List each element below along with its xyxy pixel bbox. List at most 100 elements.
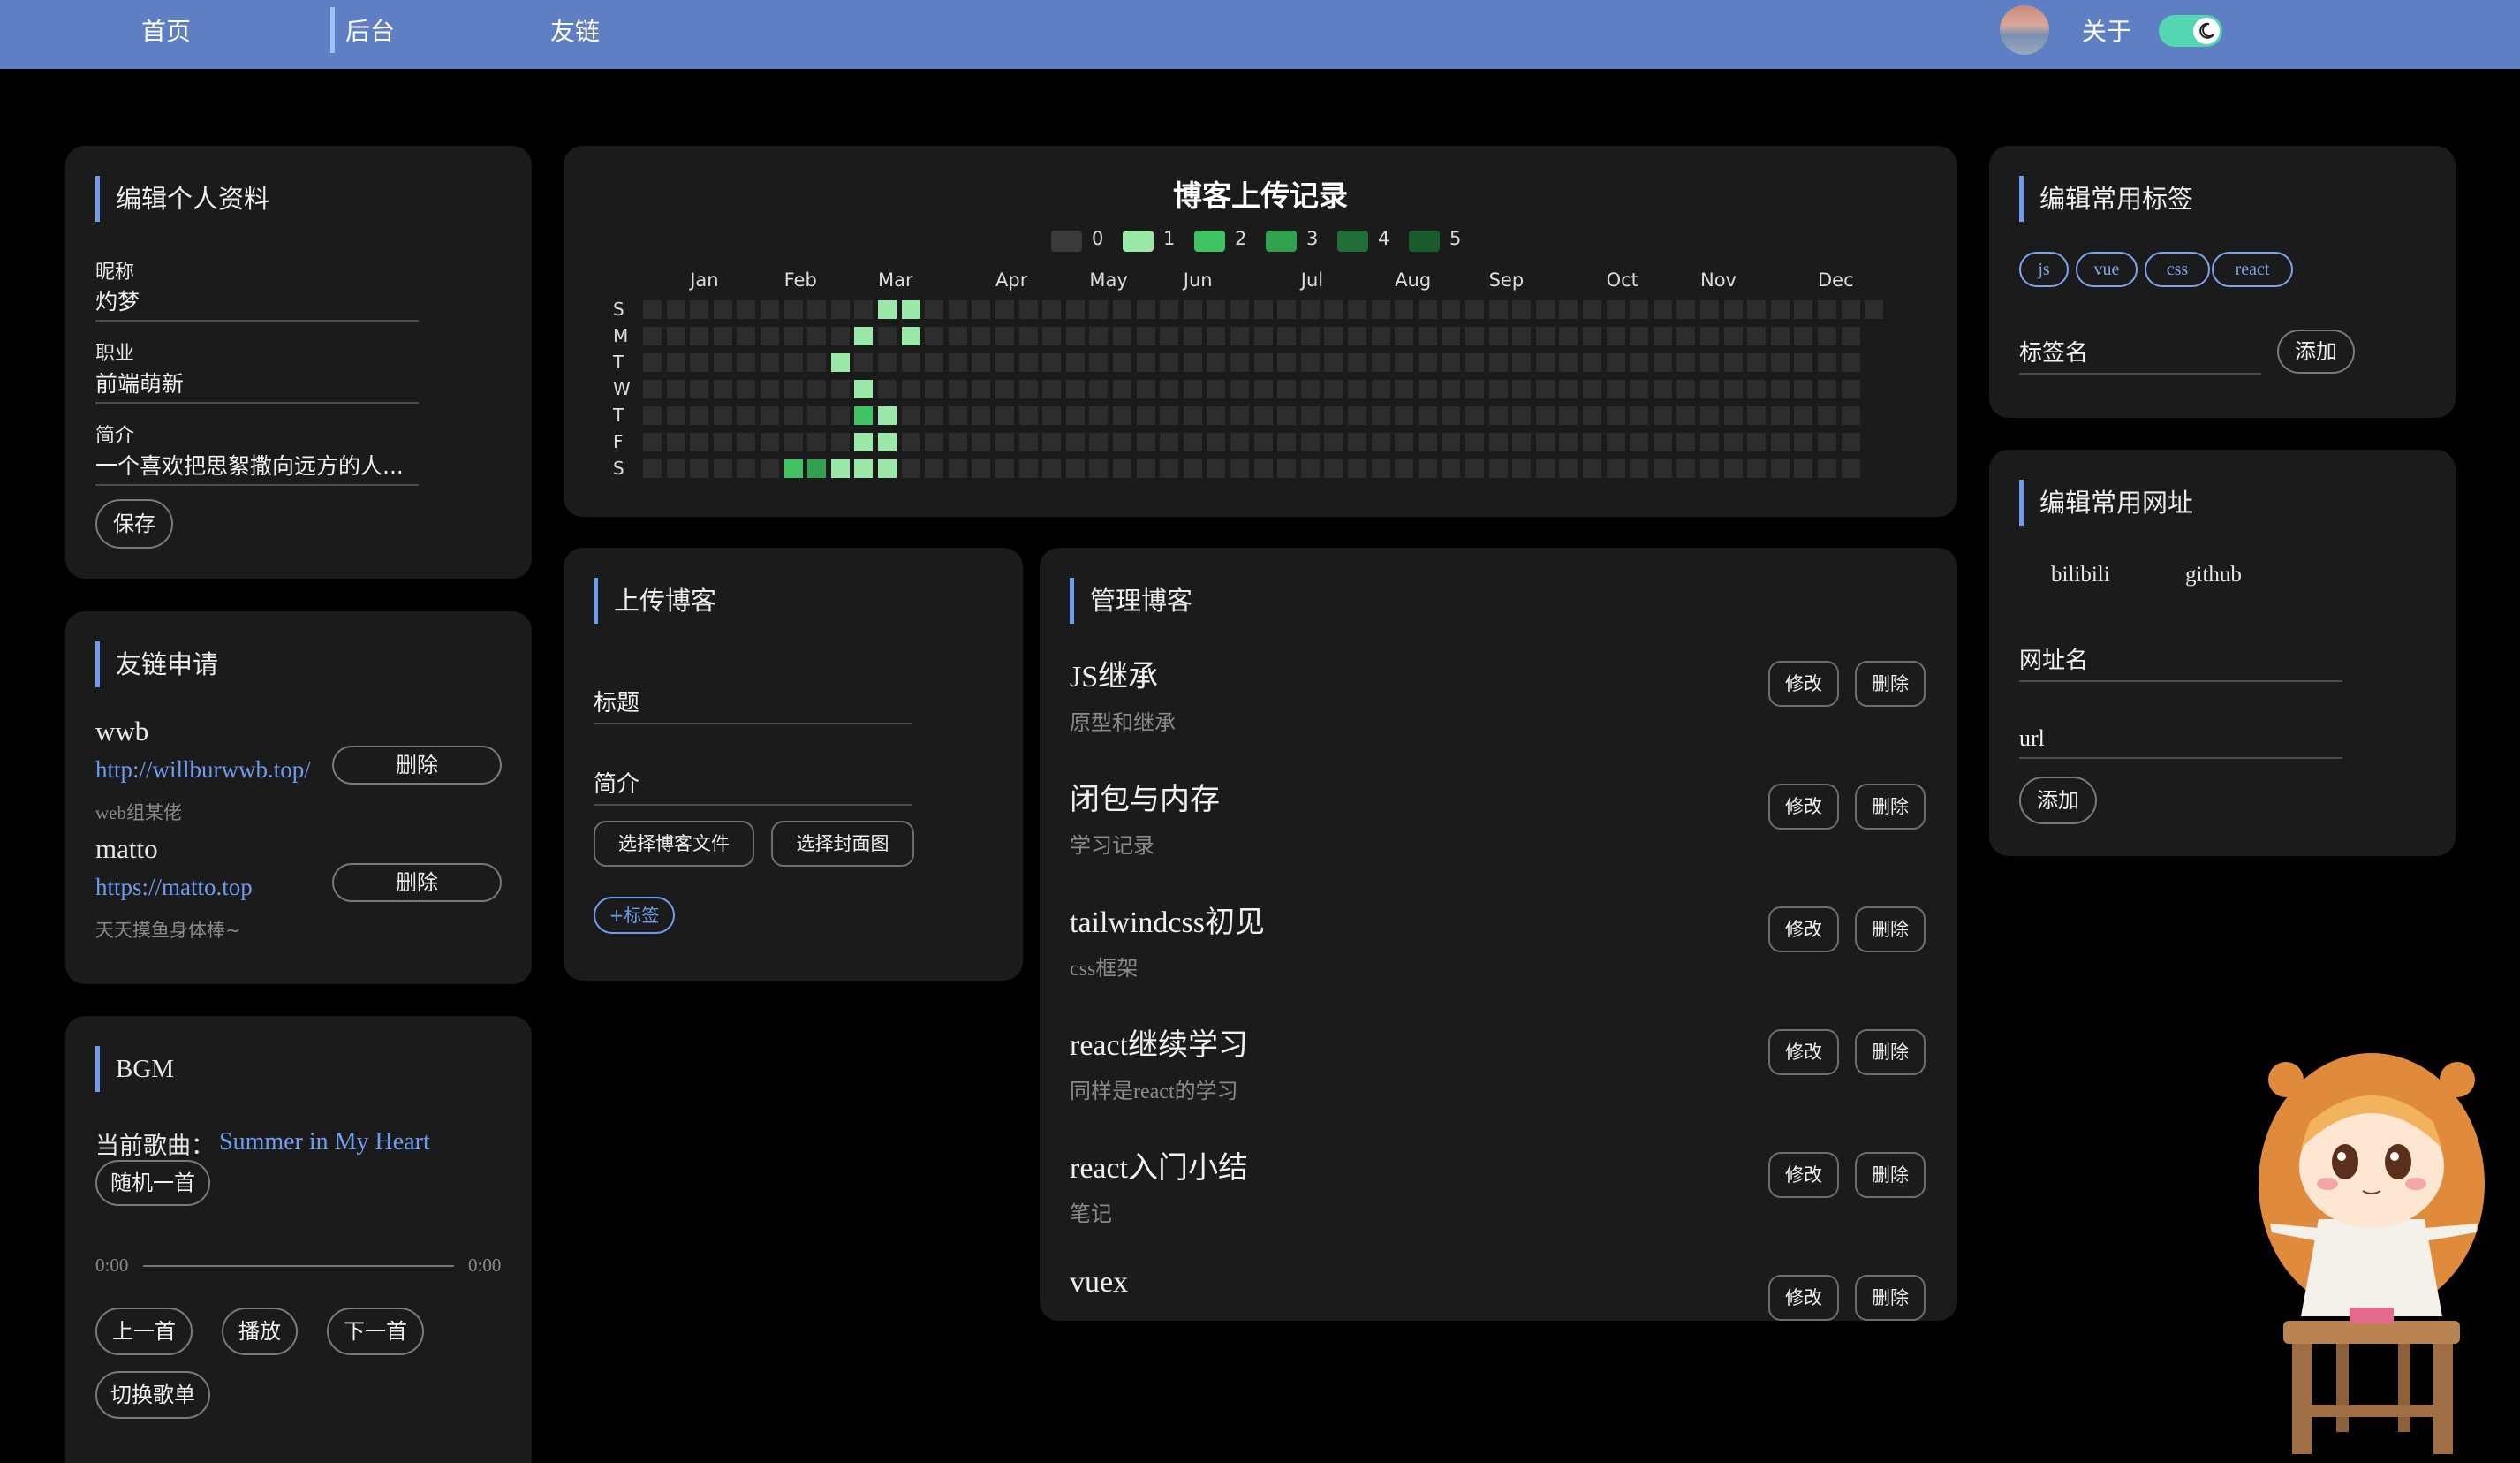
- nickname-field[interactable]: 灼梦: [95, 284, 419, 322]
- heatmap-cell[interactable]: [901, 406, 920, 425]
- prev-song-button[interactable]: 上一首: [95, 1308, 193, 1355]
- heatmap-cell[interactable]: [1395, 327, 1414, 345]
- heatmap-cell[interactable]: [1442, 459, 1461, 478]
- heatmap-cell[interactable]: [878, 406, 897, 425]
- heatmap-cell[interactable]: [1183, 300, 1202, 319]
- heatmap-cell[interactable]: [1559, 380, 1578, 398]
- heatmap-cell[interactable]: [1230, 327, 1249, 345]
- heatmap-cell[interactable]: [761, 459, 779, 478]
- heatmap-cell[interactable]: [854, 380, 874, 398]
- heatmap-cell[interactable]: [737, 353, 756, 372]
- switch-playlist-button[interactable]: 切换歌单: [95, 1371, 210, 1419]
- heatmap-cell[interactable]: [783, 300, 803, 319]
- heatmap-cell[interactable]: [1653, 433, 1672, 451]
- heatmap-cell[interactable]: [1183, 327, 1202, 345]
- heatmap-cell[interactable]: [972, 327, 991, 345]
- heatmap-cell[interactable]: [690, 300, 709, 319]
- delete-post-button[interactable]: 删除: [1855, 661, 1926, 707]
- heatmap-cell[interactable]: [901, 459, 920, 478]
- heatmap-cell[interactable]: [1300, 327, 1320, 345]
- heatmap-cell[interactable]: [1348, 380, 1366, 398]
- heatmap-cell[interactable]: [1512, 406, 1532, 425]
- heatmap-cell[interactable]: [1277, 433, 1297, 451]
- heatmap-cell[interactable]: [1488, 353, 1508, 372]
- heatmap-cell[interactable]: [1488, 406, 1508, 425]
- heatmap-cell[interactable]: [1535, 459, 1555, 478]
- heatmap-cell[interactable]: [807, 353, 827, 372]
- play-button[interactable]: 播放: [222, 1308, 298, 1355]
- heatmap-cell[interactable]: [807, 459, 827, 478]
- heatmap-cell[interactable]: [1559, 300, 1578, 319]
- heatmap-cell[interactable]: [1160, 353, 1179, 372]
- heatmap-cell[interactable]: [878, 327, 897, 345]
- heatmap-cell[interactable]: [1723, 433, 1743, 451]
- heatmap-cell[interactable]: [1653, 353, 1672, 372]
- heatmap-cell[interactable]: [1583, 433, 1601, 451]
- heatmap-cell[interactable]: [1794, 327, 1813, 345]
- heatmap-cell[interactable]: [1630, 353, 1649, 372]
- heatmap-cell[interactable]: [878, 459, 897, 478]
- heatmap-cell[interactable]: [807, 300, 827, 319]
- heatmap-cell[interactable]: [1535, 380, 1555, 398]
- heatmap-cell[interactable]: [1653, 300, 1672, 319]
- heatmap-cell[interactable]: [1700, 353, 1719, 372]
- heatmap-cell[interactable]: [1089, 300, 1109, 319]
- heatmap-cell[interactable]: [901, 300, 920, 319]
- heatmap-cell[interactable]: [1136, 433, 1155, 451]
- heatmap-cell[interactable]: [1559, 353, 1578, 372]
- heatmap-cell[interactable]: [1512, 300, 1532, 319]
- heatmap-cell[interactable]: [1253, 459, 1273, 478]
- url-item[interactable]: bilibili: [2051, 563, 2110, 587]
- heatmap-cell[interactable]: [1230, 300, 1249, 319]
- heatmap-cell[interactable]: [1348, 433, 1366, 451]
- heatmap-cell[interactable]: [1253, 406, 1273, 425]
- heatmap-cell[interactable]: [1865, 300, 1884, 319]
- heatmap-cell[interactable]: [1794, 380, 1813, 398]
- heatmap-cell[interactable]: [1676, 300, 1696, 319]
- heatmap-cell[interactable]: [1583, 380, 1601, 398]
- heatmap-cell[interactable]: [1042, 353, 1062, 372]
- heatmap-cell[interactable]: [807, 327, 827, 345]
- heatmap-cell[interactable]: [1465, 406, 1484, 425]
- heatmap-cell[interactable]: [1160, 327, 1179, 345]
- progress-slider[interactable]: [143, 1265, 454, 1267]
- heatmap-cell[interactable]: [854, 327, 874, 345]
- delete-post-button[interactable]: 删除: [1855, 1029, 1926, 1075]
- heatmap-cell[interactable]: [1818, 406, 1836, 425]
- heatmap-cell[interactable]: [1512, 327, 1532, 345]
- heatmap-cell[interactable]: [1207, 327, 1226, 345]
- heatmap-cell[interactable]: [1113, 406, 1131, 425]
- heatmap-cell[interactable]: [1770, 300, 1790, 319]
- random-song-button[interactable]: 随机一首: [95, 1160, 210, 1206]
- add-tag-button[interactable]: +标签: [594, 897, 675, 934]
- heatmap-cell[interactable]: [1113, 380, 1131, 398]
- heatmap-cell[interactable]: [1442, 327, 1461, 345]
- heatmap-cell[interactable]: [1324, 406, 1343, 425]
- heatmap-cell[interactable]: [830, 433, 850, 451]
- heatmap-cell[interactable]: [878, 353, 897, 372]
- heatmap-cell[interactable]: [925, 327, 944, 345]
- heatmap-cell[interactable]: [1418, 300, 1437, 319]
- heatmap-cell[interactable]: [1606, 406, 1625, 425]
- heatmap-cell[interactable]: [1277, 327, 1297, 345]
- delete-friend-button[interactable]: 删除: [332, 863, 502, 902]
- heatmap-cell[interactable]: [901, 380, 920, 398]
- heatmap-cell[interactable]: [878, 433, 897, 451]
- heatmap-cell[interactable]: [1160, 380, 1179, 398]
- heatmap-cell[interactable]: [1841, 459, 1860, 478]
- heatmap-cell[interactable]: [1747, 353, 1767, 372]
- heatmap-cell[interactable]: [1371, 433, 1390, 451]
- heatmap-cell[interactable]: [666, 353, 685, 372]
- heatmap-cell[interactable]: [972, 353, 991, 372]
- heatmap-cell[interactable]: [1770, 433, 1790, 451]
- heatmap-cell[interactable]: [1418, 459, 1437, 478]
- heatmap-cell[interactable]: [1418, 353, 1437, 372]
- heatmap-cell[interactable]: [1770, 459, 1790, 478]
- heatmap-cell[interactable]: [737, 300, 756, 319]
- theme-toggle[interactable]: [2159, 15, 2222, 47]
- heatmap-cell[interactable]: [1018, 406, 1038, 425]
- heatmap-cell[interactable]: [1089, 327, 1109, 345]
- url-input[interactable]: url: [2019, 725, 2342, 759]
- heatmap-cell[interactable]: [948, 433, 967, 451]
- heatmap-cell[interactable]: [1207, 300, 1226, 319]
